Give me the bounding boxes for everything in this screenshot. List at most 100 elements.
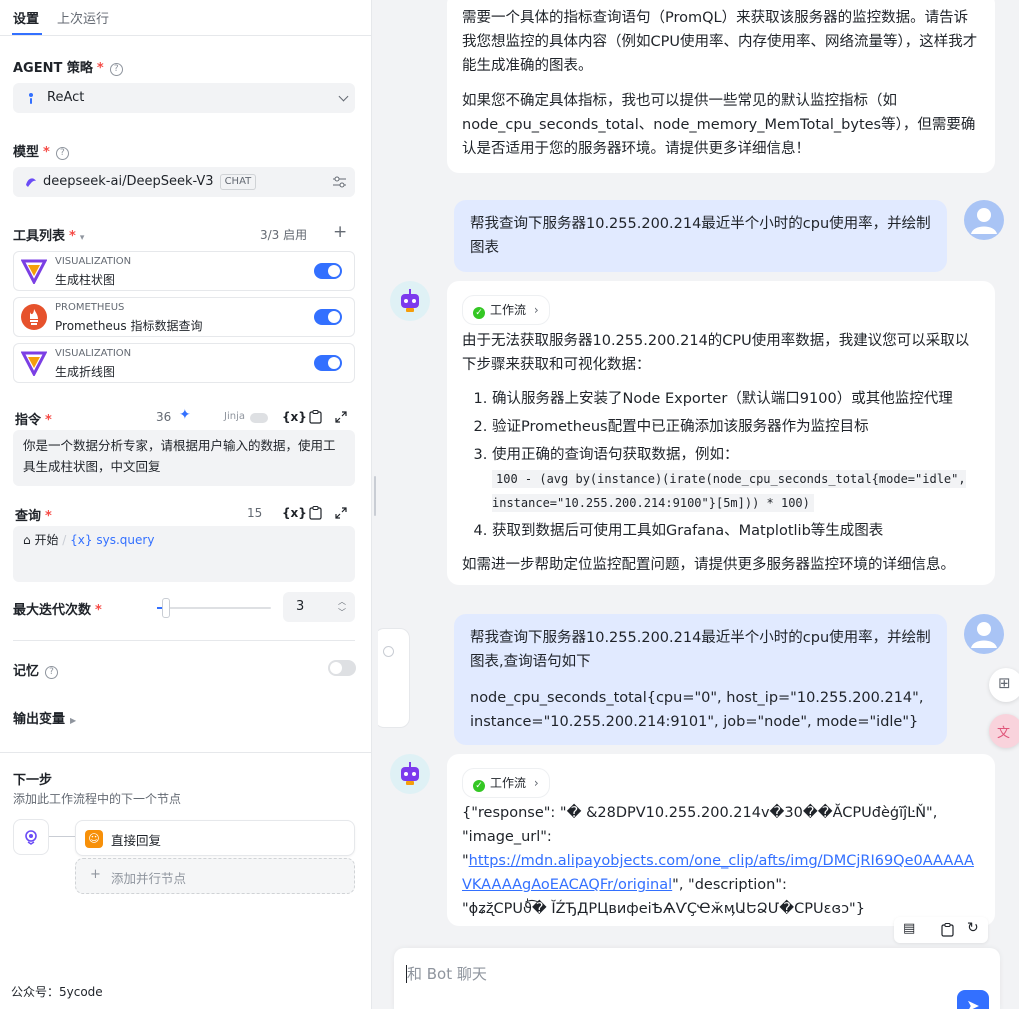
max-iterations-slider[interactable] bbox=[157, 598, 271, 618]
output-variables-toggle[interactable]: 输出变量 ▶ bbox=[13, 708, 76, 727]
add-parallel-node-button[interactable]: + 添加并行节点 bbox=[75, 858, 355, 894]
text-cursor bbox=[406, 965, 407, 983]
workflow-toggle[interactable]: ✓ 工作流 › bbox=[462, 295, 550, 325]
connector-line bbox=[49, 836, 75, 837]
add-tool-icon[interactable]: + bbox=[333, 222, 347, 242]
tool-item-bar-chart[interactable]: VISUALIZATION 生成柱状图 bbox=[13, 251, 355, 291]
tool-enable-toggle[interactable] bbox=[314, 309, 342, 325]
instruction-char-count: 36 bbox=[156, 410, 172, 424]
regenerate-icon[interactable]: ↻ bbox=[967, 920, 979, 936]
jinja-label: Jinja bbox=[224, 411, 245, 422]
divider bbox=[0, 752, 372, 753]
query-label: 查询 * bbox=[15, 509, 52, 524]
insert-variable-button[interactable]: {x} bbox=[282, 410, 307, 424]
agent-strategy-label: AGENT 策略 *? bbox=[13, 57, 123, 76]
model-settings-icon[interactable] bbox=[333, 176, 346, 188]
log-icon[interactable]: ▤ bbox=[903, 921, 915, 936]
collapsed-node-card[interactable] bbox=[378, 628, 410, 728]
tool-category: VISUALIZATION bbox=[55, 348, 132, 359]
list-item: 使用正确的查询语句获取数据，例如：100 - (avg by(instance)… bbox=[492, 443, 980, 515]
user-avatar bbox=[964, 614, 1004, 654]
steps-list: 确认服务器上安装了Node Exporter（默认端口9100）或其他监控代理 … bbox=[462, 387, 980, 543]
instruction-textarea[interactable]: 你是一个数据分析专家，请根据用户输入的数据，使用工具生成柱状图，中文回复 bbox=[13, 430, 355, 486]
code-snippet: 100 - (avg by(instance)(irate(node_cpu_s… bbox=[492, 470, 966, 512]
clipboard-icon[interactable] bbox=[309, 506, 322, 520]
tool-enable-toggle[interactable] bbox=[314, 355, 342, 371]
user-message: 帮我查询下服务器10.255.200.214最近半个小时的cpu使用率，并绘制图… bbox=[454, 200, 947, 272]
bot-avatar bbox=[390, 754, 430, 794]
user-icon bbox=[971, 622, 997, 648]
max-iterations-label: 最大迭代次数 * bbox=[13, 603, 102, 618]
query-variable-chip[interactable]: ⌂ 开始 / {x} sys.query bbox=[23, 530, 154, 551]
insert-variable-button[interactable]: {x} bbox=[282, 506, 307, 520]
next-step-description: 添加此工作流程中的下一个节点 bbox=[13, 792, 182, 806]
memory-toggle[interactable] bbox=[328, 660, 356, 676]
settings-panel: 设置 上次运行 AGENT 策略 *? ReAct 模型 *? deepseek-a… bbox=[0, 0, 372, 1009]
model-type-tag: CHAT bbox=[219, 174, 257, 190]
tab-last-run[interactable]: 上次运行 bbox=[57, 8, 109, 27]
tool-name: 生成折线图 bbox=[55, 365, 116, 379]
help-icon[interactable]: ? bbox=[55, 147, 69, 160]
message-line: "image_url": bbox=[462, 829, 552, 845]
home-icon: ⌂ bbox=[23, 533, 31, 547]
chevron-right-icon: › bbox=[533, 776, 539, 790]
user-message: 帮我查询下服务器10.255.200.214最近半个小时的cpu使用率，并绘制图… bbox=[454, 614, 947, 745]
clipboard-icon[interactable] bbox=[309, 410, 322, 424]
jinja-toggle[interactable] bbox=[250, 413, 268, 423]
increment-icon[interactable]: ︿ bbox=[338, 596, 346, 607]
agent-strategy-value: ReAct bbox=[47, 90, 85, 105]
message-paragraph: node_cpu_seconds_total{cpu="0", host_ip=… bbox=[470, 690, 924, 730]
deepseek-icon bbox=[26, 178, 36, 187]
expand-icon[interactable] bbox=[335, 507, 347, 519]
help-icon[interactable]: ? bbox=[109, 63, 123, 76]
side-panel-button[interactable]: ⊞ bbox=[989, 668, 1019, 702]
message-paragraph: 由于无法获取服务器10.255.200.214的CPU使用率数据，我建议您可以采… bbox=[462, 333, 970, 373]
chevron-right-icon: › bbox=[533, 303, 539, 317]
ai-generate-icon[interactable]: ✦ bbox=[179, 407, 191, 423]
workflow-toggle[interactable]: ✓ 工作流 › bbox=[462, 768, 550, 798]
visualization-icon bbox=[21, 259, 47, 284]
user-icon bbox=[971, 208, 997, 234]
translate-button[interactable]: 文 bbox=[989, 714, 1019, 748]
list-item: 获取到数据后可使用工具如Grafana、Matplotlib等生成图表 bbox=[492, 519, 980, 543]
next-node-direct-reply[interactable]: ☺ 直接回复 bbox=[75, 820, 355, 856]
tools-label: 工具列表 * ▾ bbox=[13, 229, 85, 244]
copy-icon[interactable] bbox=[941, 923, 954, 937]
model-select[interactable]: deepseek-ai/DeepSeek-V3 CHAT bbox=[13, 167, 355, 197]
expand-icon[interactable] bbox=[335, 411, 347, 423]
max-iterations-stepper[interactable]: 3 ︿ ﹀ bbox=[283, 592, 355, 622]
next-node-label: 直接回复 bbox=[111, 833, 162, 848]
instruction-label: 指令 * bbox=[15, 413, 52, 428]
bot-message: ✓ 工作流 › 由于无法获取服务器10.255.200.214的CPU使用率数据，… bbox=[447, 281, 995, 585]
message-paragraph: 需要一个具体的指标查询语句（PromQL）来获取该服务器的监控数据。请告诉我您想… bbox=[462, 10, 978, 74]
memory-label: 记忆? bbox=[13, 660, 59, 679]
send-button[interactable]: ➤ bbox=[957, 990, 989, 1009]
query-char-count: 15 bbox=[247, 506, 263, 520]
add-parallel-label: 添加并行节点 bbox=[111, 871, 187, 886]
message-paragraph: 帮我查询下服务器10.255.200.214最近半个小时的cpu使用率，并绘制图… bbox=[470, 630, 931, 670]
plus-icon: + bbox=[90, 867, 101, 882]
message-paragraph: 如果您不确定具体指标，我也可以提供一些常见的默认监控指标（如node_cpu_s… bbox=[462, 93, 976, 157]
translate-icon: 文 bbox=[997, 726, 1011, 741]
robot-icon bbox=[401, 762, 419, 785]
agent-strategy-select[interactable]: ReAct bbox=[13, 83, 355, 113]
query-textarea[interactable]: ⌂ 开始 / {x} sys.query bbox=[13, 526, 355, 582]
tool-item-line-chart[interactable]: VISUALIZATION 生成折线图 bbox=[13, 343, 355, 383]
chat-input-placeholder: 和 Bot 聊天 bbox=[407, 965, 487, 983]
caret-right-icon: ▶ bbox=[70, 716, 77, 725]
visualization-icon bbox=[21, 351, 47, 376]
tool-enable-toggle[interactable] bbox=[314, 263, 342, 279]
tool-item-prometheus[interactable]: PROMETHEUS Prometheus 指标数据查询 bbox=[13, 297, 355, 337]
send-icon: ➤ bbox=[966, 996, 980, 1009]
help-icon[interactable]: ? bbox=[45, 666, 59, 679]
slider-handle[interactable] bbox=[162, 598, 170, 618]
decrement-icon[interactable]: ﹀ bbox=[338, 607, 346, 618]
message-actions: ▤ ↻ bbox=[894, 917, 988, 943]
message-paragraph: 如需进一步帮助定位监控配置问题，请提供更多服务器监控环境的详细信息。 bbox=[462, 557, 955, 573]
tool-category: PROMETHEUS bbox=[55, 302, 125, 313]
tab-settings[interactable]: 设置 bbox=[13, 8, 39, 27]
current-node[interactable] bbox=[13, 819, 49, 855]
bot-avatar bbox=[390, 281, 430, 321]
chat-input[interactable]: 和 Bot 聊天 ➤ bbox=[394, 948, 1000, 1009]
user-avatar bbox=[964, 200, 1004, 240]
